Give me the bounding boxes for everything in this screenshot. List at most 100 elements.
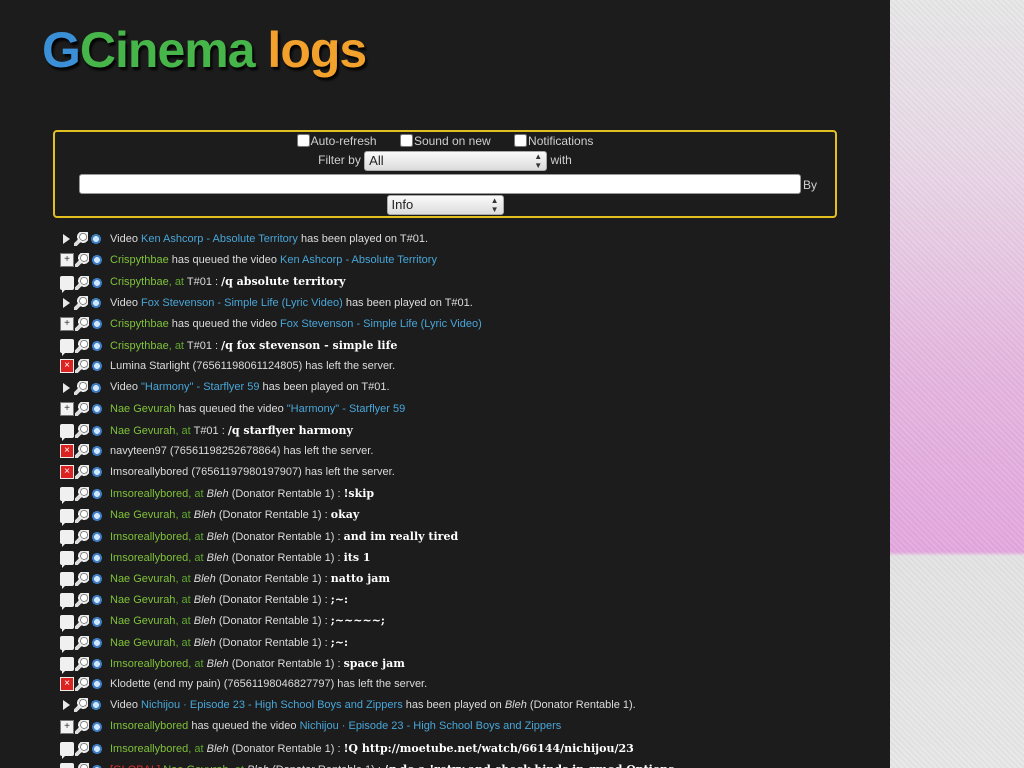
zoom-icon[interactable]	[89, 380, 103, 395]
steam-profile-icon[interactable]	[75, 551, 89, 565]
zoom-icon[interactable]	[89, 232, 103, 247]
sound-checkbox[interactable]	[399, 134, 413, 147]
zoom-icon[interactable]	[90, 635, 104, 650]
zoom-icon[interactable]	[89, 295, 103, 310]
player-name[interactable]: Imsoreallybored	[110, 720, 188, 732]
steam-profile-icon[interactable]	[74, 380, 88, 395]
player-name[interactable]: Crispythbae	[110, 276, 169, 288]
player-name[interactable]: Imsoreallybored	[110, 743, 188, 755]
zoom-icon[interactable]	[90, 719, 104, 734]
zoom-icon[interactable]	[90, 551, 104, 565]
video-link[interactable]: Nichijou · Episode 23 - High School Boys…	[141, 699, 403, 711]
zoom-icon[interactable]	[90, 487, 104, 502]
zoom-icon[interactable]	[90, 572, 104, 587]
steam-profile-icon[interactable]	[75, 656, 89, 671]
steam-profile-icon[interactable]	[75, 444, 89, 459]
type-select[interactable]: Info ▲ ▼	[386, 195, 504, 215]
log-text: T#01 :	[193, 424, 228, 437]
steam-profile-icon[interactable]	[75, 593, 89, 608]
video-link[interactable]: "Harmony" - Starflyer 59	[141, 381, 259, 393]
zoom-icon[interactable]	[90, 762, 104, 768]
steam-profile-icon[interactable]	[75, 339, 89, 354]
zoom-icon[interactable]	[90, 614, 104, 629]
steam-profile-icon[interactable]	[75, 635, 89, 650]
player-name[interactable]: Nae Gevurah	[110, 573, 175, 585]
steam-profile-icon[interactable]	[75, 508, 89, 523]
player-name[interactable]: Imsoreallybored	[110, 552, 188, 564]
log-text: Bleh	[247, 764, 269, 768]
steam-profile-icon[interactable]	[75, 253, 89, 268]
log-text: has queued the video	[175, 402, 287, 415]
player-name[interactable]: Nae Gevurah	[163, 764, 228, 768]
zoom-icon[interactable]	[90, 444, 104, 459]
steam-profile-icon[interactable]	[75, 572, 89, 587]
log-text: Bleh	[206, 551, 229, 564]
chat-message: and im really tired	[343, 529, 459, 543]
steam-profile-icon[interactable]	[75, 423, 89, 438]
zoom-icon[interactable]	[90, 275, 104, 290]
video-link[interactable]: Fox Stevenson - Simple Life (Lyric Video…	[141, 297, 343, 309]
steam-profile-icon[interactable]	[75, 275, 89, 290]
player-name[interactable]: Nae Gevurah	[110, 509, 175, 521]
search-input[interactable]	[79, 174, 801, 194]
player-name[interactable]: Crispythbae	[110, 254, 169, 266]
zoom-icon[interactable]	[90, 656, 104, 671]
steam-profile-icon[interactable]	[75, 465, 89, 480]
player-name[interactable]: Imsoreallybored	[110, 488, 188, 500]
player-name[interactable]: Nae Gevurah	[110, 615, 175, 627]
video-link[interactable]: Ken Ashcorp - Absolute Territory	[141, 233, 298, 245]
log-entry: + Crispythbae has queued the video Fox St…	[60, 314, 880, 335]
player-name[interactable]: Crispythbae	[110, 340, 169, 352]
zoom-icon[interactable]	[90, 529, 104, 544]
player-name[interactable]: Nae Gevurah	[110, 403, 175, 415]
player-name[interactable]: Imsoreallybored	[110, 531, 188, 543]
notifications-option[interactable]: Notifications	[514, 134, 593, 148]
zoom-icon[interactable]	[90, 465, 104, 480]
zoom-icon[interactable]	[90, 316, 104, 331]
zoom-icon[interactable]	[90, 253, 104, 268]
steam-profile-icon[interactable]	[74, 232, 88, 247]
filter-select[interactable]: All ▲ ▼	[364, 151, 548, 171]
video-link[interactable]: Fox Stevenson - Simple Life (Lyric Video…	[280, 318, 482, 330]
zoom-icon[interactable]	[89, 698, 103, 713]
zoom-icon[interactable]	[90, 508, 104, 523]
notifications-checkbox[interactable]	[514, 134, 528, 147]
player-name[interactable]: Crispythbae	[110, 318, 169, 330]
zoom-icon[interactable]	[90, 423, 104, 438]
log-entry: + Nae Gevurah has queued the video "Harmo…	[60, 399, 880, 420]
steam-profile-icon[interactable]	[75, 741, 89, 756]
steam-profile-icon[interactable]	[74, 698, 88, 713]
video-link[interactable]: Nichijou · Episode 23 - High School Boys…	[300, 720, 562, 732]
log-entry-icons	[60, 590, 110, 611]
zoom-icon[interactable]	[90, 741, 104, 756]
video-link[interactable]: Ken Ashcorp - Absolute Territory	[280, 254, 437, 266]
chat-icon	[60, 529, 74, 547]
sound-option[interactable]: Sound on new	[399, 134, 491, 148]
log-entry: × Klodette (end my pain) (765611980468277…	[60, 674, 880, 695]
auto-refresh-option[interactable]: Auto-refresh	[296, 134, 377, 148]
player-name[interactable]: Imsoreallybored	[110, 658, 188, 670]
chat-message: ;~:	[330, 593, 349, 607]
steam-profile-icon[interactable]	[74, 295, 88, 310]
player-name[interactable]: Nae Gevurah	[110, 425, 175, 437]
auto-refresh-checkbox[interactable]	[296, 134, 310, 147]
steam-profile-icon[interactable]	[75, 487, 89, 502]
steam-profile-icon[interactable]	[75, 316, 89, 331]
steam-profile-icon[interactable]	[75, 677, 89, 692]
video-link[interactable]: "Harmony" - Starflyer 59	[287, 403, 405, 415]
zoom-icon[interactable]	[90, 339, 104, 354]
steam-profile-icon[interactable]	[75, 614, 89, 629]
steam-profile-icon[interactable]	[75, 359, 89, 374]
steam-profile-icon[interactable]	[75, 719, 89, 734]
player-name[interactable]: Nae Gevurah	[110, 594, 175, 606]
zoom-icon[interactable]	[90, 593, 104, 608]
steam-profile-icon[interactable]	[75, 762, 89, 768]
zoom-icon[interactable]	[90, 359, 104, 374]
zoom-icon[interactable]	[90, 401, 104, 416]
log-entry-icons	[60, 272, 110, 293]
chat-icon	[60, 551, 74, 568]
zoom-icon[interactable]	[90, 677, 104, 692]
player-name[interactable]: Nae Gevurah	[110, 637, 175, 649]
steam-profile-icon[interactable]	[75, 529, 89, 544]
steam-profile-icon[interactable]	[75, 401, 89, 416]
